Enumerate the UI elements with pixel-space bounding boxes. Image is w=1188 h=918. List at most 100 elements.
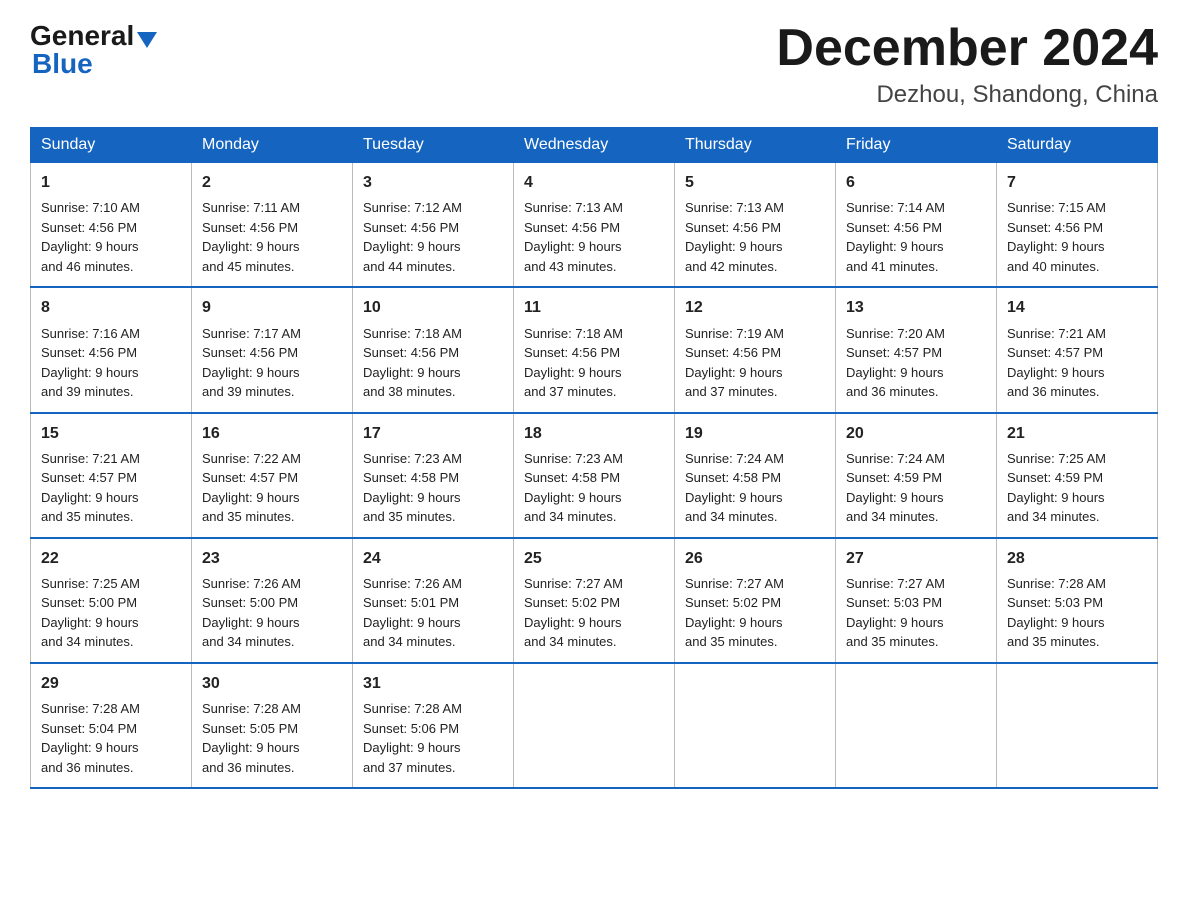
- calendar-cell: 23 Sunrise: 7:26 AMSunset: 5:00 PMDayligh…: [192, 538, 353, 663]
- day-number: 19: [685, 422, 825, 445]
- day-info: Sunrise: 7:18 AMSunset: 4:56 PMDaylight:…: [363, 324, 503, 402]
- day-number: 8: [41, 296, 181, 319]
- day-number: 20: [846, 422, 986, 445]
- day-info: Sunrise: 7:13 AMSunset: 4:56 PMDaylight:…: [685, 198, 825, 276]
- day-number: 14: [1007, 296, 1147, 319]
- weekday-header-monday: Monday: [192, 128, 353, 163]
- weekday-header-row: SundayMondayTuesdayWednesdayThursdayFrid…: [31, 128, 1158, 163]
- day-number: 13: [846, 296, 986, 319]
- weekday-header-friday: Friday: [836, 128, 997, 163]
- day-info: Sunrise: 7:26 AMSunset: 5:00 PMDaylight:…: [202, 574, 342, 652]
- calendar-cell: [997, 663, 1158, 788]
- day-number: 3: [363, 171, 503, 194]
- day-info: Sunrise: 7:12 AMSunset: 4:56 PMDaylight:…: [363, 198, 503, 276]
- calendar-cell: [514, 663, 675, 788]
- calendar-table: SundayMondayTuesdayWednesdayThursdayFrid…: [30, 127, 1158, 789]
- day-info: Sunrise: 7:27 AMSunset: 5:03 PMDaylight:…: [846, 574, 986, 652]
- day-info: Sunrise: 7:22 AMSunset: 4:57 PMDaylight:…: [202, 449, 342, 527]
- day-number: 5: [685, 171, 825, 194]
- calendar-cell: 3 Sunrise: 7:12 AMSunset: 4:56 PMDaylight…: [353, 163, 514, 288]
- calendar-cell: 18 Sunrise: 7:23 AMSunset: 4:58 PMDayligh…: [514, 413, 675, 538]
- day-info: Sunrise: 7:20 AMSunset: 4:57 PMDaylight:…: [846, 324, 986, 402]
- calendar-cell: 16 Sunrise: 7:22 AMSunset: 4:57 PMDayligh…: [192, 413, 353, 538]
- calendar-cell: 5 Sunrise: 7:13 AMSunset: 4:56 PMDaylight…: [675, 163, 836, 288]
- week-row-5: 29 Sunrise: 7:28 AMSunset: 5:04 PMDayligh…: [31, 663, 1158, 788]
- day-info: Sunrise: 7:24 AMSunset: 4:59 PMDaylight:…: [846, 449, 986, 527]
- day-info: Sunrise: 7:21 AMSunset: 4:57 PMDaylight:…: [41, 449, 181, 527]
- day-number: 28: [1007, 547, 1147, 570]
- day-number: 16: [202, 422, 342, 445]
- day-info: Sunrise: 7:28 AMSunset: 5:04 PMDaylight:…: [41, 699, 181, 777]
- calendar-cell: 17 Sunrise: 7:23 AMSunset: 4:58 PMDayligh…: [353, 413, 514, 538]
- day-info: Sunrise: 7:13 AMSunset: 4:56 PMDaylight:…: [524, 198, 664, 276]
- calendar-cell: 22 Sunrise: 7:25 AMSunset: 5:00 PMDayligh…: [31, 538, 192, 663]
- week-row-3: 15Sunrise: 7:21 AMSunset: 4:57 PMDayligh…: [31, 413, 1158, 538]
- weekday-header-wednesday: Wednesday: [514, 128, 675, 163]
- day-number: 9: [202, 296, 342, 319]
- calendar-cell: 29 Sunrise: 7:28 AMSunset: 5:04 PMDayligh…: [31, 663, 192, 788]
- calendar-cell: 12 Sunrise: 7:19 AMSunset: 4:56 PMDayligh…: [675, 287, 836, 412]
- location-title: Dezhou, Shandong, China: [776, 81, 1158, 109]
- day-number: 21: [1007, 422, 1147, 445]
- day-info: Sunrise: 7:21 AMSunset: 4:57 PMDaylight:…: [1007, 324, 1147, 402]
- month-title: December 2024: [776, 20, 1158, 77]
- logo-blue: Blue: [30, 48, 93, 80]
- day-number: 31: [363, 672, 503, 695]
- day-number: 29: [41, 672, 181, 695]
- calendar-cell: [675, 663, 836, 788]
- day-info: Sunrise: 7:14 AMSunset: 4:56 PMDaylight:…: [846, 198, 986, 276]
- day-info: Sunrise: 7:23 AMSunset: 4:58 PMDaylight:…: [363, 449, 503, 527]
- day-info: Sunrise: 7:11 AMSunset: 4:56 PMDaylight:…: [202, 198, 342, 276]
- calendar-cell: 21Sunrise: 7:25 AMSunset: 4:59 PMDayligh…: [997, 413, 1158, 538]
- day-info: Sunrise: 7:28 AMSunset: 5:05 PMDaylight:…: [202, 699, 342, 777]
- day-number: 22: [41, 547, 181, 570]
- day-info: Sunrise: 7:28 AMSunset: 5:06 PMDaylight:…: [363, 699, 503, 777]
- calendar-cell: 31 Sunrise: 7:28 AMSunset: 5:06 PMDayligh…: [353, 663, 514, 788]
- calendar-cell: 10 Sunrise: 7:18 AMSunset: 4:56 PMDayligh…: [353, 287, 514, 412]
- day-number: 1: [41, 171, 181, 194]
- calendar-cell: 2Sunrise: 7:11 AMSunset: 4:56 PMDaylight…: [192, 163, 353, 288]
- day-number: 7: [1007, 171, 1147, 194]
- calendar-cell: 19 Sunrise: 7:24 AMSunset: 4:58 PMDayligh…: [675, 413, 836, 538]
- day-number: 25: [524, 547, 664, 570]
- calendar-cell: 1 Sunrise: 7:10 AMSunset: 4:56 PMDaylight…: [31, 163, 192, 288]
- weekday-header-saturday: Saturday: [997, 128, 1158, 163]
- calendar-cell: 25 Sunrise: 7:27 AMSunset: 5:02 PMDayligh…: [514, 538, 675, 663]
- day-info: Sunrise: 7:16 AMSunset: 4:56 PMDaylight:…: [41, 324, 181, 402]
- weekday-header-sunday: Sunday: [31, 128, 192, 163]
- day-number: 27: [846, 547, 986, 570]
- day-info: Sunrise: 7:19 AMSunset: 4:56 PMDaylight:…: [685, 324, 825, 402]
- day-number: 18: [524, 422, 664, 445]
- day-number: 10: [363, 296, 503, 319]
- day-info: Sunrise: 7:10 AMSunset: 4:56 PMDaylight:…: [41, 198, 181, 276]
- day-info: Sunrise: 7:17 AMSunset: 4:56 PMDaylight:…: [202, 324, 342, 402]
- calendar-cell: 9 Sunrise: 7:17 AMSunset: 4:56 PMDaylight…: [192, 287, 353, 412]
- week-row-4: 22 Sunrise: 7:25 AMSunset: 5:00 PMDayligh…: [31, 538, 1158, 663]
- calendar-cell: [836, 663, 997, 788]
- calendar-cell: 6 Sunrise: 7:14 AMSunset: 4:56 PMDaylight…: [836, 163, 997, 288]
- calendar-cell: 26 Sunrise: 7:27 AMSunset: 5:02 PMDayligh…: [675, 538, 836, 663]
- week-row-1: 1 Sunrise: 7:10 AMSunset: 4:56 PMDaylight…: [31, 163, 1158, 288]
- day-info: Sunrise: 7:28 AMSunset: 5:03 PMDaylight:…: [1007, 574, 1147, 652]
- day-info: Sunrise: 7:27 AMSunset: 5:02 PMDaylight:…: [685, 574, 825, 652]
- calendar-cell: 13 Sunrise: 7:20 AMSunset: 4:57 PMDayligh…: [836, 287, 997, 412]
- week-row-2: 8 Sunrise: 7:16 AMSunset: 4:56 PMDaylight…: [31, 287, 1158, 412]
- weekday-header-tuesday: Tuesday: [353, 128, 514, 163]
- day-info: Sunrise: 7:25 AMSunset: 5:00 PMDaylight:…: [41, 574, 181, 652]
- day-number: 6: [846, 171, 986, 194]
- day-info: Sunrise: 7:27 AMSunset: 5:02 PMDaylight:…: [524, 574, 664, 652]
- day-number: 17: [363, 422, 503, 445]
- calendar-cell: 8 Sunrise: 7:16 AMSunset: 4:56 PMDaylight…: [31, 287, 192, 412]
- day-info: Sunrise: 7:23 AMSunset: 4:58 PMDaylight:…: [524, 449, 664, 527]
- day-number: 12: [685, 296, 825, 319]
- calendar-cell: 30Sunrise: 7:28 AMSunset: 5:05 PMDayligh…: [192, 663, 353, 788]
- logo-triangle-icon: [137, 32, 157, 48]
- day-number: 4: [524, 171, 664, 194]
- calendar-cell: 11Sunrise: 7:18 AMSunset: 4:56 PMDayligh…: [514, 287, 675, 412]
- day-number: 23: [202, 547, 342, 570]
- calendar-cell: 14 Sunrise: 7:21 AMSunset: 4:57 PMDayligh…: [997, 287, 1158, 412]
- day-info: Sunrise: 7:24 AMSunset: 4:58 PMDaylight:…: [685, 449, 825, 527]
- day-number: 11: [524, 296, 664, 319]
- calendar-cell: 4 Sunrise: 7:13 AMSunset: 4:56 PMDaylight…: [514, 163, 675, 288]
- day-number: 26: [685, 547, 825, 570]
